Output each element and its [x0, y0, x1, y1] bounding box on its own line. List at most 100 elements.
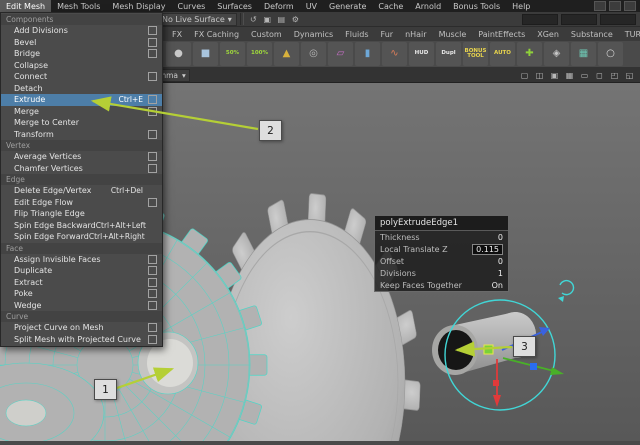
- menu-item-split-mesh-with-projected-curve[interactable]: Split Mesh with Projected Curve: [1, 334, 162, 346]
- shelf-plus-icon[interactable]: ✚: [517, 42, 542, 66]
- panel-row-value[interactable]: 0: [498, 233, 503, 242]
- menu-item-duplicate[interactable]: Duplicate: [1, 265, 162, 277]
- menubar-item-cache[interactable]: Cache: [372, 0, 409, 12]
- shelf-circle-icon[interactable]: ○: [598, 42, 623, 66]
- panel-row-value[interactable]: 1: [498, 269, 503, 278]
- menubar-item-edit-mesh[interactable]: Edit Mesh: [0, 0, 52, 12]
- render-icon[interactable]: ▣: [261, 13, 274, 26]
- menu-item-connect[interactable]: Connect: [1, 71, 162, 83]
- menu-item-extract[interactable]: Extract: [1, 277, 162, 289]
- shelf-tab-fluids[interactable]: Fluids: [339, 28, 374, 41]
- menu-item-flip-triangle-edge[interactable]: Flip Triangle Edge: [1, 208, 162, 220]
- menu-item-average-vertices[interactable]: Average Vertices: [1, 151, 162, 163]
- shelf-torus-icon[interactable]: ◎: [301, 42, 326, 66]
- shelf-tab-fx[interactable]: FX: [166, 28, 188, 41]
- menubar-item-mesh-display[interactable]: Mesh Display: [106, 0, 171, 12]
- resolution-gate-icon[interactable]: ▭: [578, 69, 591, 81]
- menubar-item-uv[interactable]: UV: [300, 0, 323, 12]
- option-box-icon[interactable]: [148, 26, 157, 36]
- panel-row-value[interactable]: 0: [498, 257, 503, 266]
- menu-item-poke[interactable]: Poke: [1, 288, 162, 300]
- option-box-icon[interactable]: [148, 37, 157, 47]
- menubar-item-deform[interactable]: Deform: [258, 0, 300, 12]
- wireframe-on-shaded-icon[interactable]: ▣: [548, 69, 561, 81]
- menu-item-merge[interactable]: Merge: [1, 106, 162, 118]
- shelf-tab-painteffects[interactable]: PaintEffects: [472, 28, 531, 41]
- option-box-icon[interactable]: [148, 254, 157, 264]
- shelf-bonus-tool-icon[interactable]: BONUS TOOL: [463, 42, 488, 66]
- shelf-tab-fx-caching[interactable]: FX Caching: [188, 28, 245, 41]
- coordinate-field-3[interactable]: [600, 13, 636, 25]
- menu-item-merge-to-center[interactable]: Merge to Center: [1, 117, 162, 129]
- option-box-icon[interactable]: [148, 323, 157, 333]
- shelf-tab-muscle[interactable]: Muscle: [433, 28, 473, 41]
- menu-item-extrude[interactable]: Extrude Ctrl+E: [1, 94, 162, 106]
- menubar-item-curves[interactable]: Curves: [172, 0, 212, 12]
- menu-item-bridge[interactable]: Bridge: [1, 48, 162, 60]
- option-box-icon[interactable]: [148, 106, 157, 116]
- option-box-icon[interactable]: [148, 334, 157, 344]
- shelf-sphere-icon[interactable]: ●: [166, 42, 191, 66]
- gate-mask-icon[interactable]: ◻: [593, 69, 606, 81]
- shelf-100pct-icon[interactable]: 100%: [247, 42, 272, 66]
- shelf-plane-icon[interactable]: ▱: [328, 42, 353, 66]
- menu-item-chamfer-vertices[interactable]: Chamfer Vertices: [1, 163, 162, 175]
- shelf-cone-icon[interactable]: ▲: [274, 42, 299, 66]
- option-box-icon[interactable]: [148, 129, 157, 139]
- window-controls-icon[interactable]: [624, 1, 636, 11]
- shelf-tab-substance[interactable]: Substance: [565, 28, 619, 41]
- shelf-hud-icon[interactable]: HUD: [409, 42, 434, 66]
- panel-row-value[interactable]: On: [492, 281, 503, 290]
- workspace-icon[interactable]: [594, 1, 606, 11]
- option-box-icon[interactable]: [148, 289, 157, 299]
- shelf-tab-dynamics[interactable]: Dynamics: [288, 28, 339, 41]
- option-box-icon[interactable]: [148, 49, 157, 59]
- shelf-tab-custom[interactable]: Custom: [245, 28, 288, 41]
- menu-item-assign-invisible-faces[interactable]: Assign Invisible Faces: [1, 254, 162, 266]
- menubar-item-generate[interactable]: Generate: [323, 0, 372, 12]
- coordinate-field-2[interactable]: [561, 13, 597, 25]
- shelf-diamond-icon[interactable]: ◈: [544, 42, 569, 66]
- isolate-select-icon[interactable]: ▢: [518, 69, 531, 81]
- coordinate-field-1[interactable]: [522, 13, 558, 25]
- shelf-tab-xgen[interactable]: XGen: [531, 28, 565, 41]
- menu-item-edit-edge-flow[interactable]: Edit Edge Flow: [1, 197, 162, 209]
- menubar-item-mesh-tools[interactable]: Mesh Tools: [51, 0, 106, 12]
- live-surface-dropdown[interactable]: No Live Surface ▾: [157, 12, 237, 26]
- shelf-tab-turtle[interactable]: TURTLE: [619, 28, 640, 41]
- menubar-item-help[interactable]: Help: [506, 0, 536, 12]
- menu-item-detach[interactable]: Detach: [1, 83, 162, 95]
- shelf-tab-fur[interactable]: Fur: [375, 28, 400, 41]
- grid-toggle-icon[interactable]: ▦: [563, 69, 576, 81]
- option-box-icon[interactable]: [148, 197, 157, 207]
- shelf-grid-icon[interactable]: ▦: [571, 42, 596, 66]
- menu-item-spin-edge-backward[interactable]: Spin Edge Backward Ctrl+Alt+Left: [1, 220, 162, 232]
- panel-row-value[interactable]: 0.115: [472, 243, 503, 255]
- menu-item-bevel[interactable]: Bevel: [1, 37, 162, 49]
- menubar-item-arnold[interactable]: Arnold: [409, 0, 447, 12]
- shelf-50pct-icon[interactable]: 50%: [220, 42, 245, 66]
- menubar-item-bonus-tools[interactable]: Bonus Tools: [447, 0, 506, 12]
- option-box-icon[interactable]: [148, 72, 157, 82]
- render-settings-icon[interactable]: ⚙: [289, 13, 302, 26]
- option-box-icon[interactable]: [148, 277, 157, 287]
- safe-action-icon[interactable]: ◱: [623, 69, 636, 81]
- option-box-icon[interactable]: [148, 163, 157, 173]
- xray-icon[interactable]: ◫: [533, 69, 546, 81]
- construction-history-icon[interactable]: ↺: [247, 13, 260, 26]
- shelf-tab-nhair[interactable]: nHair: [399, 28, 433, 41]
- menu-item-collapse[interactable]: Collapse: [1, 60, 162, 72]
- menu-item-add-divisions[interactable]: Add Divisions: [1, 25, 162, 37]
- ipr-render-icon[interactable]: ▤: [275, 13, 288, 26]
- option-box-icon[interactable]: [148, 95, 157, 105]
- option-box-icon[interactable]: [148, 152, 157, 162]
- layout-icon[interactable]: [609, 1, 621, 11]
- menubar-item-surfaces[interactable]: Surfaces: [211, 0, 258, 12]
- shelf-cube-icon[interactable]: ■: [193, 42, 218, 66]
- menu-item-transform[interactable]: Transform: [1, 129, 162, 141]
- field-chart-icon[interactable]: ◰: [608, 69, 621, 81]
- shelf-cylinder-icon[interactable]: ▮: [355, 42, 380, 66]
- option-box-icon[interactable]: [148, 266, 157, 276]
- menu-item-spin-edge-forward[interactable]: Spin Edge Forward Ctrl+Alt+Right: [1, 231, 162, 243]
- shelf-dupl-icon[interactable]: Dupl: [436, 42, 461, 66]
